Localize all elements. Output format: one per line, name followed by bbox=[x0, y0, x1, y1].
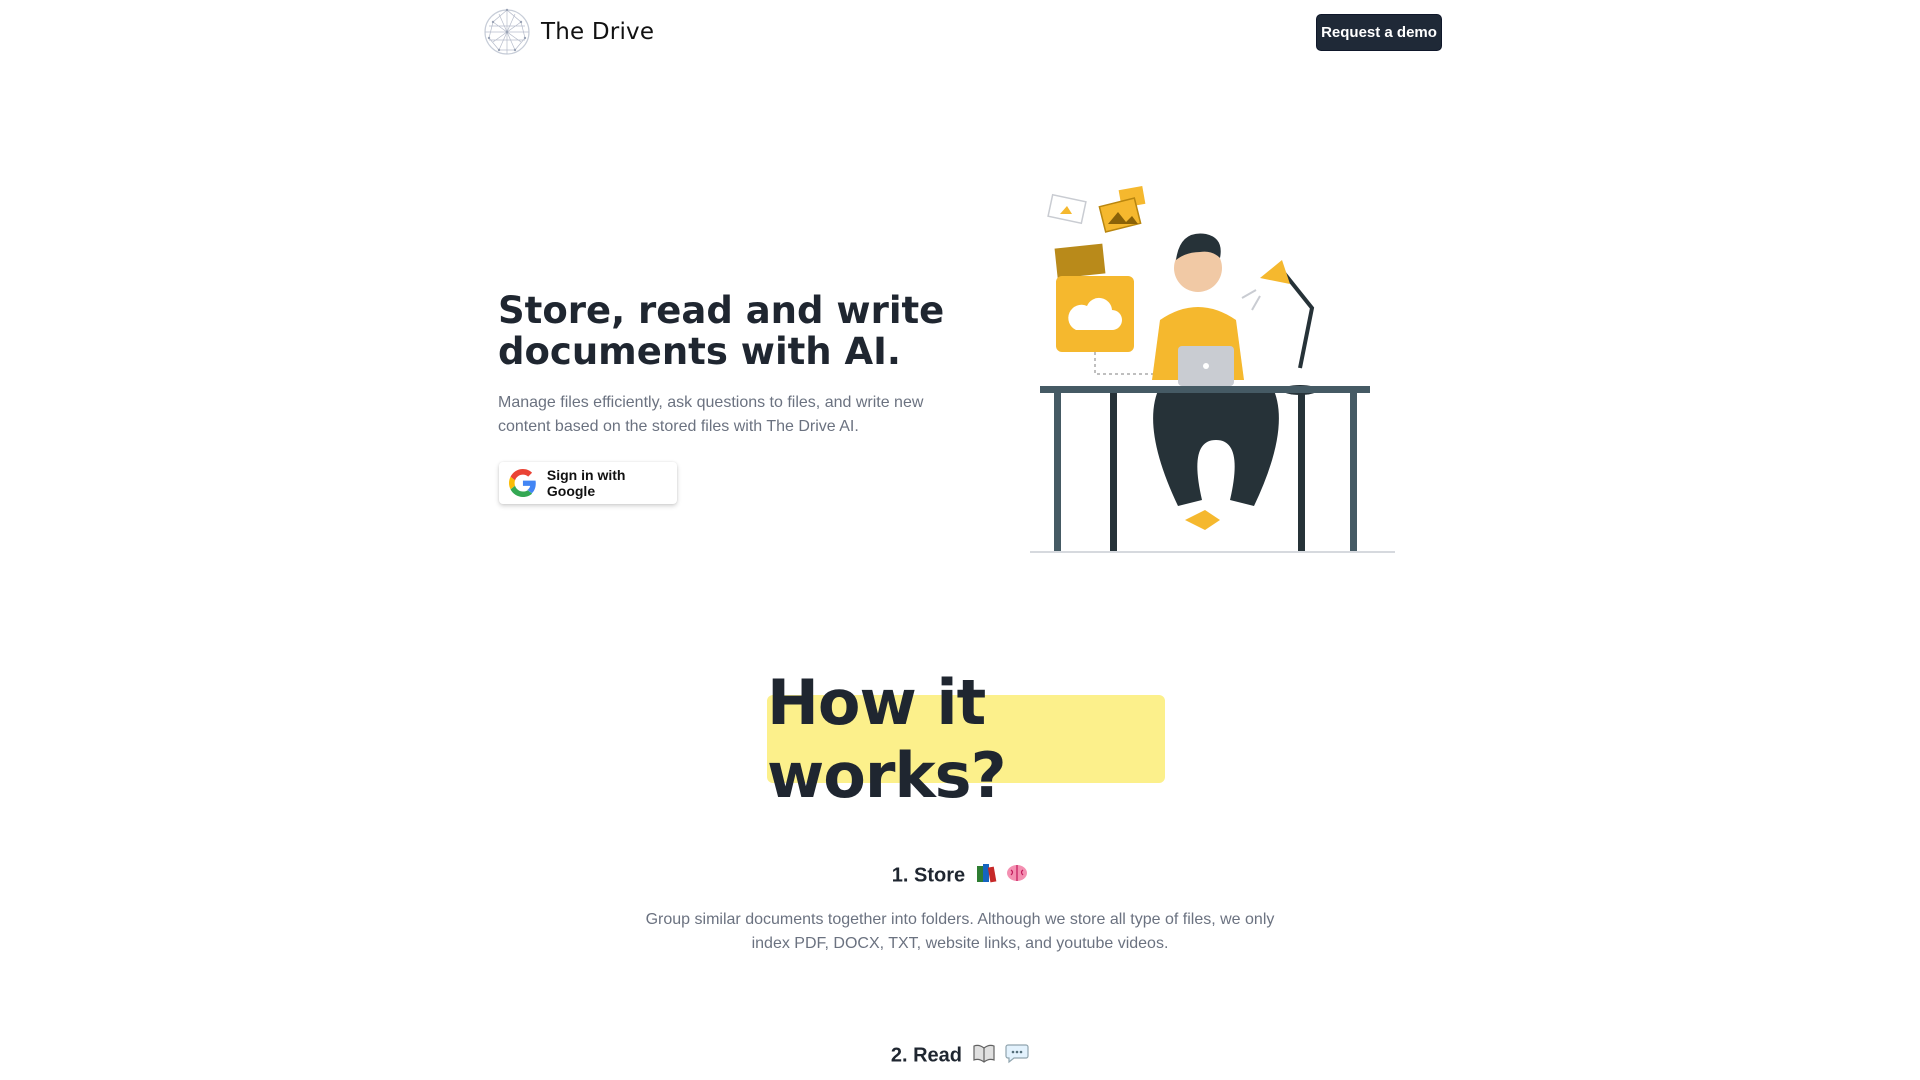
open-book-icon bbox=[972, 1042, 996, 1070]
hero-title: Store, read and write documents with AI. bbox=[498, 289, 945, 373]
step-store-description: Group similar documents together into fo… bbox=[645, 911, 1275, 952]
books-icon bbox=[975, 862, 997, 890]
google-sign-in-button[interactable]: Sign in with Google bbox=[499, 462, 677, 504]
google-icon bbox=[509, 469, 536, 497]
brand[interactable]: The Drive bbox=[483, 8, 654, 56]
person-figure bbox=[1152, 233, 1279, 530]
person-at-desk-illustration bbox=[1030, 186, 1395, 553]
globe-logo-icon bbox=[484, 8, 530, 55]
cloud-folder-icon bbox=[1054, 243, 1155, 375]
step-read-title: 2. Read bbox=[890, 1044, 963, 1067]
desk-lamp-icon bbox=[1241, 260, 1318, 395]
step-store-title: 1. Store bbox=[891, 864, 966, 887]
request-demo-button[interactable]: Request a demo bbox=[1316, 14, 1442, 51]
step-read: 2. Read bbox=[0, 1042, 1920, 1070]
image-stack-icon bbox=[1098, 186, 1146, 233]
hero-description: Manage files efficiently, ask questions … bbox=[498, 394, 924, 435]
step-store: 1. Store Group similar documents togethe… bbox=[0, 862, 1920, 956]
speech-bubble-icon bbox=[1005, 1042, 1029, 1070]
how-it-works-title: How it works? bbox=[767, 666, 1007, 812]
top-navigation: The Drive Request a demo bbox=[0, 0, 1920, 64]
brain-icon bbox=[1006, 862, 1028, 890]
photo-card-icon bbox=[1047, 193, 1087, 225]
how-it-works-heading-highlight: How it works? bbox=[767, 666, 1165, 812]
brand-name: The Drive bbox=[541, 19, 655, 45]
google-sign-in-label: Sign in with Google bbox=[546, 467, 626, 499]
